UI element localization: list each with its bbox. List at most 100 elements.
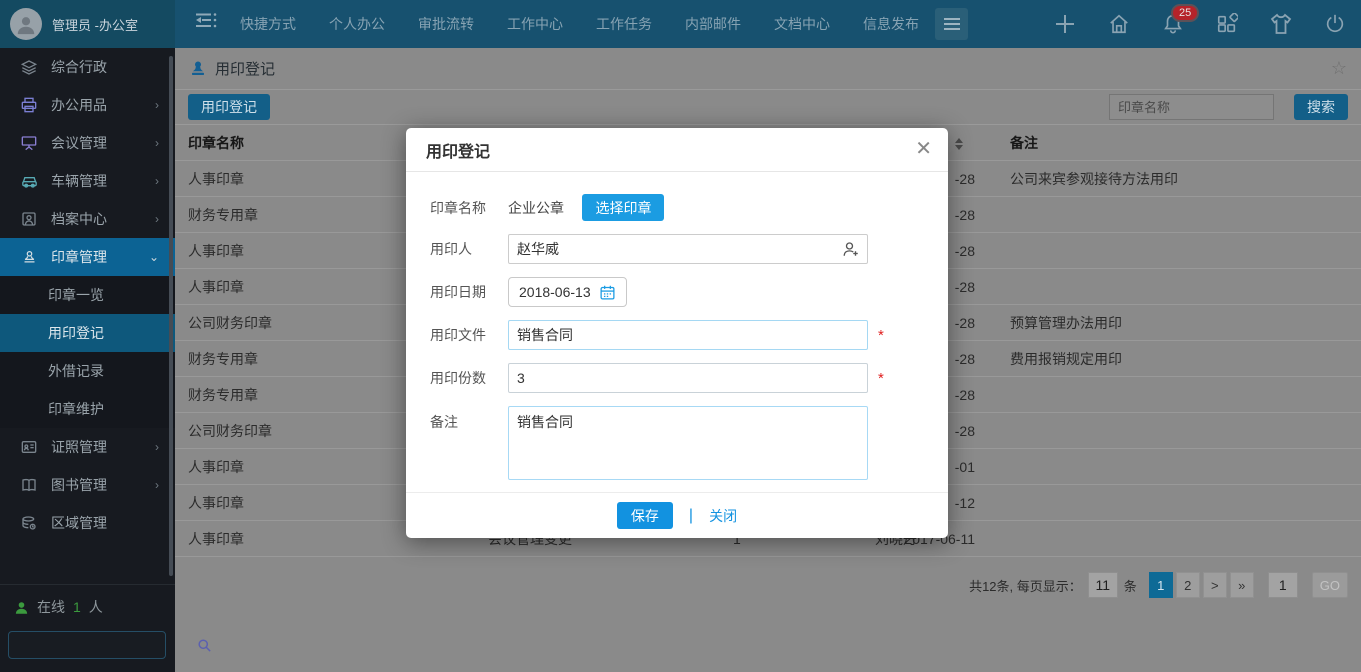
sidebar-search-box (8, 631, 166, 659)
cell-remark: 公司来宾参观接待方法用印 (1010, 169, 1178, 189)
sidebar-item-label: 办公用品 (51, 95, 107, 115)
car-icon (20, 172, 38, 190)
seal-name-label: 印章名称 (430, 198, 508, 218)
layers-icon (20, 58, 38, 76)
new-register-button[interactable]: 用印登记 (188, 94, 270, 120)
nav-personal-office[interactable]: 个人办公 (329, 14, 385, 34)
cell-seal: 人事印章 (188, 457, 244, 477)
online-user-icon (14, 600, 29, 615)
nav-work-tasks[interactable]: 工作任务 (596, 14, 652, 34)
online-label: 在线 (37, 597, 65, 617)
search-button[interactable]: 搜索 (1294, 94, 1348, 120)
sidebar-item-label: 车辆管理 (51, 171, 107, 191)
seal-name-search-input[interactable] (1109, 94, 1274, 120)
user-icon (15, 13, 37, 35)
close-button[interactable]: 关闭 (709, 506, 737, 526)
more-menu-button[interactable] (935, 8, 968, 40)
seal-user-row: 用印人 (430, 234, 924, 264)
col-remark: 备注 (1010, 133, 1038, 153)
favorite-star-icon[interactable]: ☆ (1331, 58, 1347, 79)
cell-seal: 人事印章 (188, 169, 244, 189)
sidebar-search-input[interactable] (9, 638, 197, 653)
cell-seal: 财务专用章 (188, 385, 258, 405)
cell-seal: 财务专用章 (188, 205, 258, 225)
nav-approval-flow[interactable]: 审批流转 (418, 14, 474, 34)
seal-file-label: 用印文件 (430, 325, 508, 345)
apps-grid-icon[interactable] (1215, 12, 1239, 36)
sidebar-subitem-seal-list[interactable]: 印章一览 (0, 276, 175, 314)
sidebar-item-seal-mgmt[interactable]: 印章管理 ⌄ (0, 238, 175, 276)
sidebar-item-office-supplies[interactable]: 办公用品 › (0, 86, 175, 124)
power-icon[interactable] (1323, 12, 1347, 36)
sidebar-collapse-icon[interactable] (194, 13, 222, 35)
nav-info-publish[interactable]: 信息发布 (863, 14, 919, 34)
cell-remark: 费用报销规定用印 (1010, 349, 1122, 369)
seal-user-input[interactable] (508, 234, 868, 264)
next-page-button[interactable]: > (1203, 572, 1227, 598)
sidebar-item-region-mgmt[interactable]: 区域管理 (0, 504, 175, 542)
printer-icon (20, 96, 38, 114)
modal-footer: 保存 | 关闭 (406, 492, 948, 538)
subitem-label: 印章一览 (48, 285, 104, 305)
sidebar-subitem-seal-maintenance[interactable]: 印章维护 (0, 390, 175, 428)
close-icon[interactable]: ✕ (915, 138, 932, 160)
sidebar-item-general-admin[interactable]: 综合行政 (0, 48, 175, 86)
theme-shirt-icon[interactable] (1269, 12, 1293, 36)
sidebar-scrollbar[interactable] (169, 56, 173, 576)
cell-seal: 人事印章 (188, 529, 244, 549)
add-icon[interactable] (1053, 12, 1077, 36)
seal-date-control: 2018-06-13 (508, 277, 627, 307)
last-page-button[interactable]: » (1230, 572, 1254, 598)
cell-remark: 预算管理办法用印 (1010, 313, 1122, 333)
nav-internal-mail[interactable]: 内部邮件 (685, 14, 741, 34)
sidebar-item-archive-center[interactable]: 档案中心 › (0, 200, 175, 238)
user-box[interactable]: 管理员 -办公室 (0, 0, 175, 48)
online-unit: 人 (89, 597, 103, 617)
sidebar-item-license-mgmt[interactable]: 证照管理 › (0, 428, 175, 466)
add-user-icon[interactable] (842, 240, 860, 258)
subitem-label: 印章维护 (48, 399, 104, 419)
user-name: 管理员 -办公室 (52, 15, 138, 34)
avatar (10, 8, 42, 40)
goto-page-input[interactable] (1268, 572, 1298, 598)
top-navigation: 快捷方式 个人办公 审批流转 工作中心 工作任务 内部邮件 文档中心 信息发布 (240, 0, 919, 48)
seal-date-label: 用印日期 (430, 282, 508, 302)
cell-seal: 财务专用章 (188, 349, 258, 369)
cell-seal: 人事印章 (188, 241, 244, 261)
remark-textarea[interactable] (508, 406, 868, 480)
online-count: 1 (73, 599, 81, 615)
sidebar-item-meeting-mgmt[interactable]: 会议管理 › (0, 124, 175, 162)
choose-seal-button[interactable]: 选择印章 (582, 194, 664, 221)
chevron-right-icon: › (155, 98, 159, 112)
pagination-total-text: 共12条, 每页显示： (969, 576, 1082, 595)
subitem-label: 外借记录 (48, 361, 104, 381)
page-titlebar: 用印登记 ☆ (175, 48, 1361, 90)
seal-count-input[interactable] (508, 363, 868, 393)
nav-document-center[interactable]: 文档中心 (774, 14, 830, 34)
date-picker[interactable]: 2018-06-13 (508, 277, 627, 307)
home-icon[interactable] (1107, 12, 1131, 36)
projector-icon (20, 134, 38, 152)
seal-file-control: * (508, 320, 884, 350)
nav-work-center[interactable]: 工作中心 (507, 14, 563, 34)
seal-file-input[interactable] (508, 320, 868, 350)
sidebar-item-book-mgmt[interactable]: 图书管理 › (0, 466, 175, 504)
page-size-input[interactable] (1088, 572, 1118, 598)
sort-icon[interactable] (955, 135, 963, 151)
sidebar-footer: 在线 1 人 (0, 584, 175, 672)
sidebar: 综合行政 办公用品 › 会议管理 › 车辆管理 › 档案中心 › 印章管理 ⌄ (0, 48, 175, 672)
topbar-icons: 25 (1053, 0, 1347, 48)
sidebar-item-vehicle-mgmt[interactable]: 车辆管理 › (0, 162, 175, 200)
sidebar-subitem-seal-usage-register[interactable]: 用印登记 (0, 314, 175, 352)
page-1-button[interactable]: 1 (1149, 572, 1173, 598)
sidebar-subitem-lending-records[interactable]: 外借记录 (0, 352, 175, 390)
app-screen: 管理员 -办公室 快捷方式 个人办公 审批流转 工作中心 工作任务 内部邮件 文… (0, 0, 1361, 672)
go-button[interactable]: GO (1312, 572, 1348, 598)
nav-shortcuts[interactable]: 快捷方式 (240, 14, 296, 34)
page-2-button[interactable]: 2 (1176, 572, 1200, 598)
seal-name-value: 企业公章 (508, 200, 564, 216)
save-button[interactable]: 保存 (617, 502, 673, 529)
notifications-bell-icon[interactable]: 25 (1161, 12, 1185, 36)
search-icon[interactable] (197, 638, 212, 653)
remark-control (508, 406, 868, 485)
